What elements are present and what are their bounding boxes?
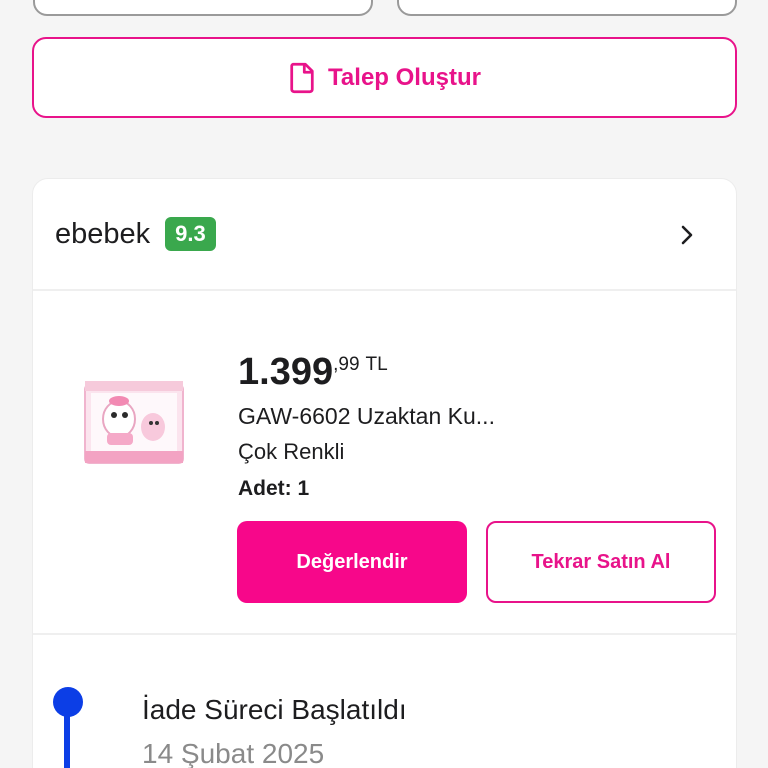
- create-request-label: Talep Oluştur: [328, 63, 481, 91]
- price: 1.399 ,99 TL: [238, 353, 388, 391]
- timeline-date: 14 Şubat 2025: [142, 738, 325, 768]
- top-left-button[interactable]: [33, 0, 373, 16]
- order-card: ebebek 9.3 1.399 ,99 TL GAW-6602 Uzaktan…: [32, 178, 737, 768]
- price-main: 1.399: [238, 351, 334, 393]
- create-request-button[interactable]: Talep Oluştur: [32, 37, 737, 118]
- seller-score-badge: 9.3: [165, 217, 216, 251]
- document-icon: [290, 62, 314, 93]
- rate-button[interactable]: Değerlendir: [237, 521, 467, 603]
- product-name[interactable]: GAW-6602 Uzaktan Ku...: [238, 403, 495, 430]
- seller-name: ebebek: [55, 217, 151, 250]
- chevron-right-icon[interactable]: [676, 222, 698, 248]
- timeline-dot: [53, 687, 83, 717]
- product-image[interactable]: [81, 375, 187, 469]
- seller-row[interactable]: ebebek 9.3: [33, 179, 736, 291]
- product-quantity: Adet: 1: [238, 477, 310, 500]
- timeline-title: İade Süreci Başlatıldı: [142, 694, 407, 725]
- product-row: 1.399 ,99 TL GAW-6602 Uzaktan Ku... Çok …: [33, 291, 736, 635]
- top-right-button[interactable]: [397, 0, 737, 16]
- price-decimal: ,99: [333, 354, 360, 375]
- price-currency: TL: [365, 354, 388, 375]
- product-color: Çok Renkli: [238, 439, 345, 464]
- buy-again-button[interactable]: Tekrar Satın Al: [486, 521, 716, 603]
